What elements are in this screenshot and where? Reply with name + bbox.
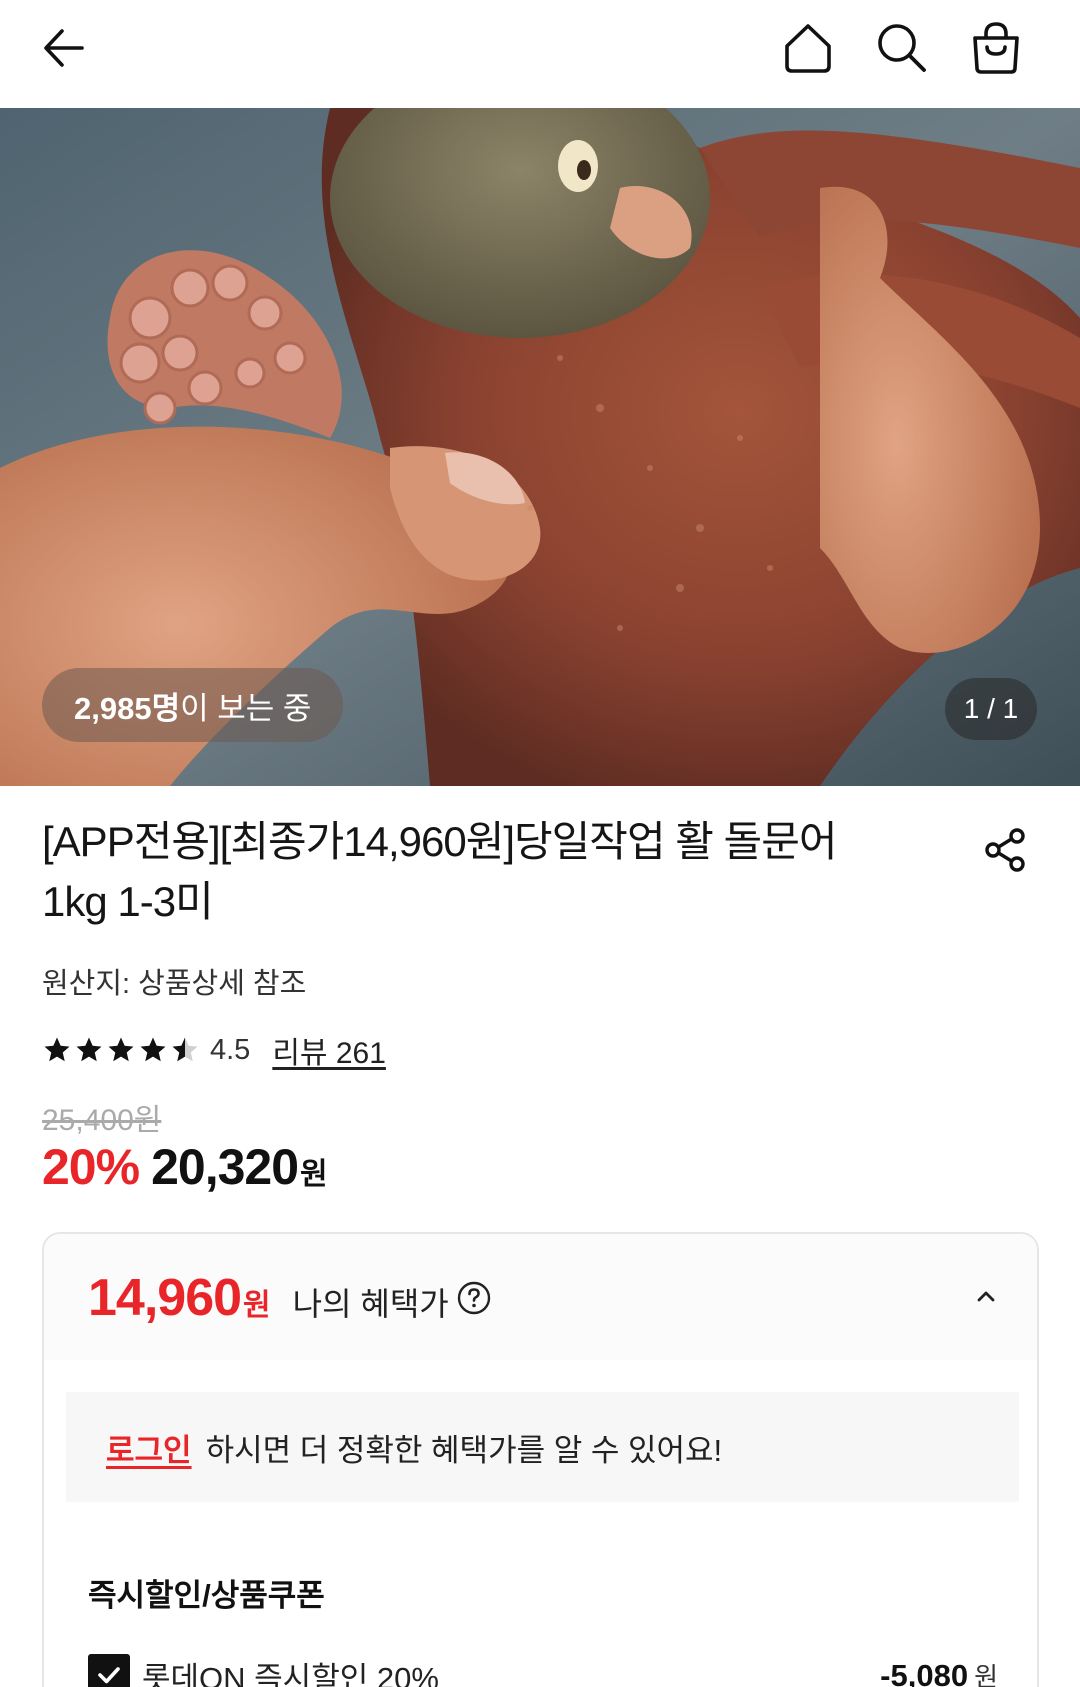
check-icon: [98, 1667, 120, 1684]
home-icon: [785, 24, 831, 73]
rating-stars: [42, 1035, 200, 1065]
instant-discount-title: 즉시할인/상품쿠폰: [88, 1578, 325, 1613]
discount-item-row: 롯데ON 즉시할인 20% -5,080 원: [88, 1652, 998, 1687]
sale-price-unit: 원: [300, 1158, 328, 1191]
login-prompt-banner: 로그인 하시면 더 정확한 혜택가를 알 수 있어요!: [66, 1392, 1019, 1502]
image-page-counter: 1 / 1: [945, 678, 1037, 740]
question-circle-icon: [457, 1281, 490, 1315]
share-icon: [985, 828, 1025, 872]
viewers-count: 2,985명: [74, 690, 181, 726]
discount-amount: -5,080 원: [880, 1657, 998, 1687]
price-row: 20% 20,320 원: [42, 1138, 328, 1196]
benefit-price-row: 14,960 원 나의 혜택가: [88, 1268, 491, 1328]
share-button[interactable]: [975, 820, 1035, 880]
discount-checkbox[interactable]: [88, 1654, 130, 1687]
login-link[interactable]: 로그인: [106, 1425, 192, 1470]
star-half-icon: [172, 1037, 198, 1062]
star-full-icon: [140, 1037, 166, 1062]
origin-info: 원산지: 상품상세 참조: [42, 968, 307, 1000]
back-button[interactable]: [28, 12, 100, 84]
benefit-label: 나의 혜택가: [292, 1286, 449, 1322]
benefit-price-panel: 14,960 원 나의 혜택가 로그인 하시면 더 정확한 혜택가를 알 수 있…: [42, 1232, 1039, 1687]
top-header: [0, 0, 1080, 108]
star-full-icon: [76, 1037, 102, 1062]
discount-rate: 20%: [42, 1139, 140, 1195]
viewers-suffix: 이 보는 중: [180, 690, 312, 726]
discount-label: 롯데ON 즉시할인 20%: [142, 1660, 439, 1687]
original-price: 25,400원: [42, 1104, 162, 1137]
star-full-icon: [44, 1037, 70, 1062]
search-button[interactable]: [866, 12, 938, 84]
benefit-header[interactable]: 14,960 원 나의 혜택가: [44, 1234, 1037, 1360]
live-viewers-badge: 2,985명 이 보는 중: [42, 668, 344, 742]
cart-button[interactable]: [960, 12, 1032, 84]
home-button[interactable]: [772, 12, 844, 84]
product-image-gallery[interactable]: 2,985명 이 보는 중 1 / 1: [0, 108, 1080, 786]
benefit-price: 14,960: [88, 1269, 242, 1327]
search-icon: [878, 24, 926, 72]
rating-row: 4.5 리뷰 261: [42, 1030, 386, 1070]
product-title: [APP전용][최종가14,960원]당일작업 활 돌문어 1kg 1-3미: [42, 818, 837, 925]
star-full-icon: [108, 1037, 134, 1062]
discount-amount-value: -5,080: [880, 1657, 969, 1687]
arrow-left-icon: [44, 29, 84, 67]
rating-value: 4.5: [210, 1033, 251, 1066]
benefit-price-unit: 원: [243, 1289, 271, 1322]
shopping-bag-icon: [973, 22, 1019, 74]
chevron-up-icon: [977, 1291, 995, 1302]
collapse-button[interactable]: [964, 1274, 1008, 1318]
review-link[interactable]: 리뷰 261: [272, 1028, 386, 1072]
help-button[interactable]: [457, 1281, 491, 1315]
sale-price: 20,320: [151, 1139, 299, 1195]
login-message: 하시면 더 정확한 혜택가를 알 수 있어요!: [205, 1432, 723, 1468]
discount-amount-unit: 원: [974, 1661, 998, 1687]
